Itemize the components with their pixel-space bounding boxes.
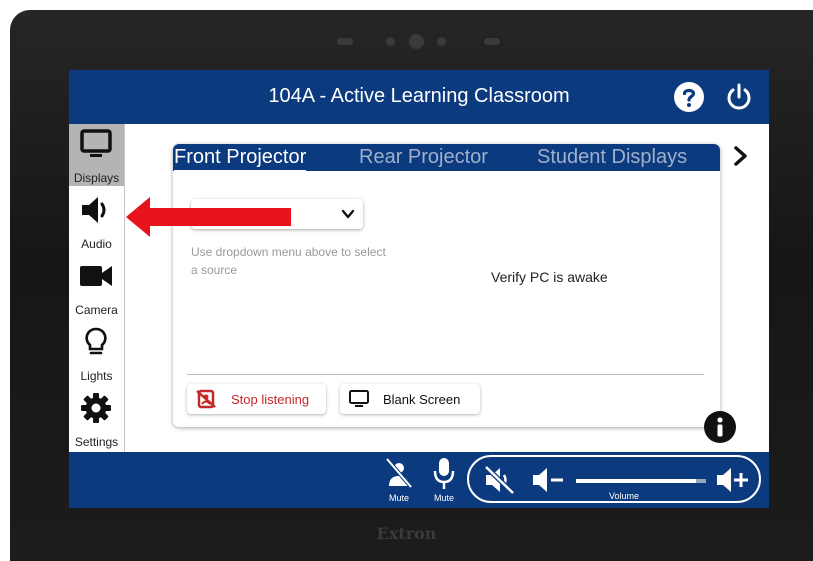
camera-icon (80, 266, 112, 286)
header-bar: 104A - Active Learning Classroom (69, 70, 769, 124)
room-mute-button[interactable]: Mute (384, 456, 414, 504)
volume-control: Volume (467, 455, 761, 503)
stop-listening-icon (196, 389, 216, 409)
volume-mute-icon[interactable] (483, 465, 519, 495)
gear-icon (81, 393, 111, 423)
info-icon[interactable] (703, 410, 737, 444)
room-title: 104A - Active Learning Classroom (268, 85, 570, 107)
monitor-icon (349, 390, 369, 407)
mic-mute-button[interactable]: Mute (429, 456, 459, 504)
sensor-icon (386, 37, 395, 46)
annotation-arrow (126, 197, 291, 237)
tab-front-projector[interactable]: Front Projector (174, 146, 307, 172)
volume-up-icon[interactable] (715, 466, 753, 494)
volume-level-fill (576, 479, 696, 483)
blank-screen-label: Blank Screen (383, 392, 461, 407)
display-control-panel: Front Projector Rear Projector Student D… (173, 144, 720, 427)
volume-down-icon[interactable] (531, 466, 567, 494)
volume-label: Volume (609, 491, 640, 501)
monitor-icon (80, 129, 112, 157)
lightbulb-icon (85, 327, 107, 355)
sidebar-item-label: Audio (81, 237, 112, 251)
sidebar-item-displays[interactable]: Displays (69, 124, 124, 186)
status-message: Verify PC is awake (491, 269, 608, 285)
touch-screen: 104A - Active Learning Classroom Display… (69, 70, 769, 508)
sidebar-item-lights[interactable]: Lights (69, 322, 124, 384)
sensor-icon (337, 38, 353, 45)
mic-mute-label: Mute (433, 493, 454, 503)
sensor-icon (484, 38, 500, 45)
stop-listening-button[interactable]: Stop listening (187, 384, 326, 414)
stop-listening-label: Stop listening (231, 392, 310, 407)
chevron-down-icon (341, 209, 355, 219)
sensor-icon (437, 37, 446, 46)
volume-slider[interactable] (576, 479, 706, 483)
blank-screen-button[interactable]: Blank Screen (340, 384, 480, 414)
sidebar-item-camera[interactable]: Camera (69, 256, 124, 318)
display-tabs: Front Projector Rear Projector Student D… (173, 144, 720, 172)
tab-student-displays[interactable]: Student Displays (537, 146, 687, 169)
sidebar-item-settings[interactable]: Settings (69, 388, 124, 450)
help-icon[interactable] (673, 81, 705, 113)
tab-rear-projector[interactable]: Rear Projector (359, 146, 488, 169)
microphone-icon (433, 458, 455, 489)
source-hint-text: Use dropdown menu above to select a sour… (191, 245, 386, 277)
device-brand-logo: Extron (376, 524, 437, 543)
sidebar-item-label: Camera (75, 303, 118, 317)
speaker-icon (82, 197, 106, 223)
room-mute-icon (385, 457, 413, 489)
sidebar-item-audio[interactable]: Audio (69, 190, 124, 252)
room-mute-label: Mute (388, 493, 409, 503)
camera-lens-icon (409, 34, 424, 49)
sidebar-item-label: Displays (73, 171, 120, 185)
divider (187, 374, 704, 375)
power-icon[interactable] (723, 81, 755, 113)
sidebar-item-label: Settings (74, 435, 119, 449)
footer-bar: Mute Mute Volume (69, 452, 769, 508)
sidebar-item-label: Lights (80, 369, 113, 383)
sidebar: Displays Audio Camera Lights Settings (69, 124, 125, 452)
chevron-right-icon[interactable] (729, 145, 751, 167)
